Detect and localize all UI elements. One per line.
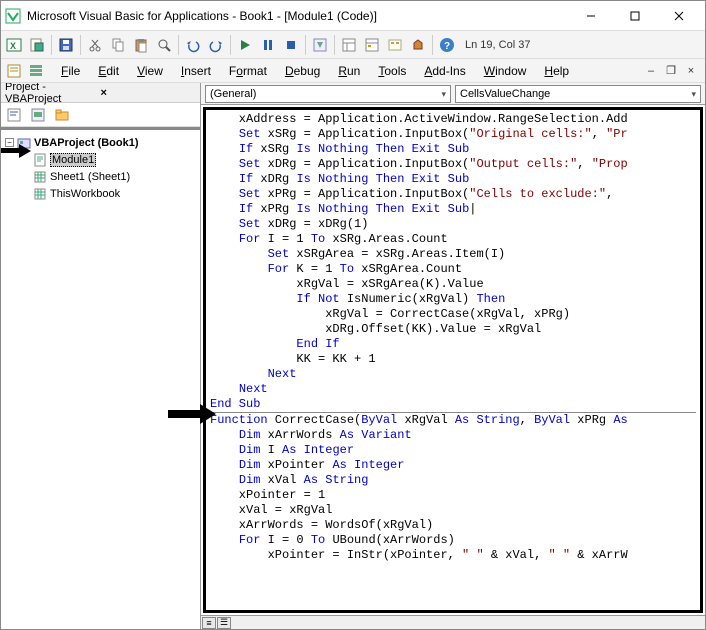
standard-toolbar: X ? Ln 19, Col 37 bbox=[1, 31, 705, 59]
properties-icon[interactable] bbox=[361, 34, 383, 56]
break-icon[interactable] bbox=[257, 34, 279, 56]
procedure-dropdown[interactable]: CellsValueChange ▾ bbox=[455, 85, 701, 103]
vba-editor-window: Microsoft Visual Basic for Applications … bbox=[0, 0, 706, 630]
module-icon bbox=[33, 153, 47, 167]
paste-icon[interactable] bbox=[130, 34, 152, 56]
project-pane-title: Project - VBAProject × bbox=[1, 83, 200, 103]
undo-icon[interactable] bbox=[182, 34, 204, 56]
titlebar-title: Microsoft Visual Basic for Applications … bbox=[27, 9, 569, 23]
toolbox-icon[interactable] bbox=[407, 34, 429, 56]
project-pane-close[interactable]: × bbox=[99, 87, 197, 99]
cursor-position: Ln 19, Col 37 bbox=[459, 39, 536, 51]
procedure-dropdown-value: CellsValueChange bbox=[460, 88, 691, 100]
titlebar: Microsoft Visual Basic for Applications … bbox=[1, 1, 705, 31]
tree-module1-label: Module1 bbox=[50, 153, 96, 167]
mdi-close[interactable]: × bbox=[683, 64, 699, 78]
menu-debug[interactable]: Debug bbox=[277, 62, 328, 80]
code-view-buttons: ≡ ☰ bbox=[201, 615, 705, 629]
maximize-button[interactable] bbox=[613, 2, 657, 30]
help-icon[interactable]: ? bbox=[436, 34, 458, 56]
sheet-icon bbox=[33, 170, 47, 184]
menu-window[interactable]: Window bbox=[476, 62, 535, 80]
view-code-icon[interactable] bbox=[3, 104, 25, 126]
object-browser-icon[interactable] bbox=[384, 34, 406, 56]
cut-icon[interactable] bbox=[84, 34, 106, 56]
view-object-icon[interactable] bbox=[27, 104, 49, 126]
view-excel-icon[interactable]: X bbox=[3, 34, 25, 56]
callout-arrow-tree bbox=[1, 144, 31, 161]
tree-thisworkbook-label: ThisWorkbook bbox=[50, 188, 120, 200]
chevron-down-icon: ▾ bbox=[691, 89, 696, 100]
design-mode-icon[interactable] bbox=[309, 34, 331, 56]
insert-module-icon[interactable] bbox=[26, 34, 48, 56]
run-icon[interactable] bbox=[234, 34, 256, 56]
menu-run[interactable]: Run bbox=[330, 62, 368, 80]
tree-sheet1-label: Sheet1 (Sheet1) bbox=[50, 171, 130, 183]
object-dropdown-value: (General) bbox=[210, 88, 441, 100]
workbook-icon bbox=[33, 187, 47, 201]
tree-module1[interactable]: Module1 bbox=[5, 151, 196, 168]
menu-file[interactable]: FFileile bbox=[53, 62, 88, 80]
tree-root-label: VBAProject (Book1) bbox=[34, 137, 139, 149]
callout-arrow-code bbox=[168, 404, 216, 427]
code-pane: (General) ▾ CellsValueChange ▾ xAddress … bbox=[201, 83, 705, 629]
tree-root[interactable]: − VBAProject (Book1) bbox=[5, 134, 196, 151]
menu-addins[interactable]: Add-Ins bbox=[416, 62, 473, 80]
project-explorer-icon[interactable] bbox=[338, 34, 360, 56]
redo-icon[interactable] bbox=[205, 34, 227, 56]
copy-icon[interactable] bbox=[107, 34, 129, 56]
project-pane-title-text: Project - VBAProject bbox=[5, 83, 99, 105]
menu-view[interactable]: View bbox=[129, 62, 171, 80]
project-toolbar bbox=[1, 103, 200, 127]
tree-sheet1[interactable]: Sheet1 (Sheet1) bbox=[5, 168, 196, 185]
project-explorer: Project - VBAProject × − VBAProject (Boo… bbox=[1, 83, 201, 629]
mdi-minimize[interactable]: – bbox=[643, 64, 659, 78]
menu-tools[interactable]: Tools bbox=[370, 62, 414, 80]
svg-text:X: X bbox=[10, 41, 16, 51]
menu-insert[interactable]: Insert bbox=[173, 62, 219, 80]
menu-help[interactable]: Help bbox=[536, 62, 577, 80]
close-button[interactable] bbox=[657, 2, 701, 30]
mdi-restore[interactable]: ❐ bbox=[663, 64, 679, 78]
tree-thisworkbook[interactable]: ThisWorkbook bbox=[5, 185, 196, 202]
menu-edit[interactable]: Edit bbox=[90, 62, 127, 80]
code-editor[interactable]: xAddress = Application.ActiveWindow.Rang… bbox=[203, 107, 703, 613]
content-area: Project - VBAProject × − VBAProject (Boo… bbox=[1, 83, 705, 629]
reset-icon[interactable] bbox=[280, 34, 302, 56]
procedure-view-button[interactable]: ≡ bbox=[202, 617, 216, 629]
toggle-folders-icon[interactable] bbox=[51, 104, 73, 126]
vba-app-icon bbox=[5, 8, 21, 24]
chevron-down-icon: ▾ bbox=[441, 89, 446, 100]
minimize-button[interactable] bbox=[569, 2, 613, 30]
save-icon[interactable] bbox=[55, 34, 77, 56]
menu-format[interactable]: Format bbox=[221, 62, 275, 80]
find-icon[interactable] bbox=[153, 34, 175, 56]
object-dropdown[interactable]: (General) ▾ bbox=[205, 85, 451, 103]
project-tree[interactable]: − VBAProject (Book1) Module1 Sheet1 (She… bbox=[1, 130, 200, 206]
menubar: FFileile Edit View Insert Format Debug R… bbox=[1, 59, 705, 83]
svg-text:?: ? bbox=[444, 41, 450, 52]
menubar-icon-1[interactable] bbox=[3, 60, 25, 82]
menubar-icon-2[interactable] bbox=[25, 60, 47, 82]
full-module-view-button[interactable]: ☰ bbox=[217, 617, 231, 629]
